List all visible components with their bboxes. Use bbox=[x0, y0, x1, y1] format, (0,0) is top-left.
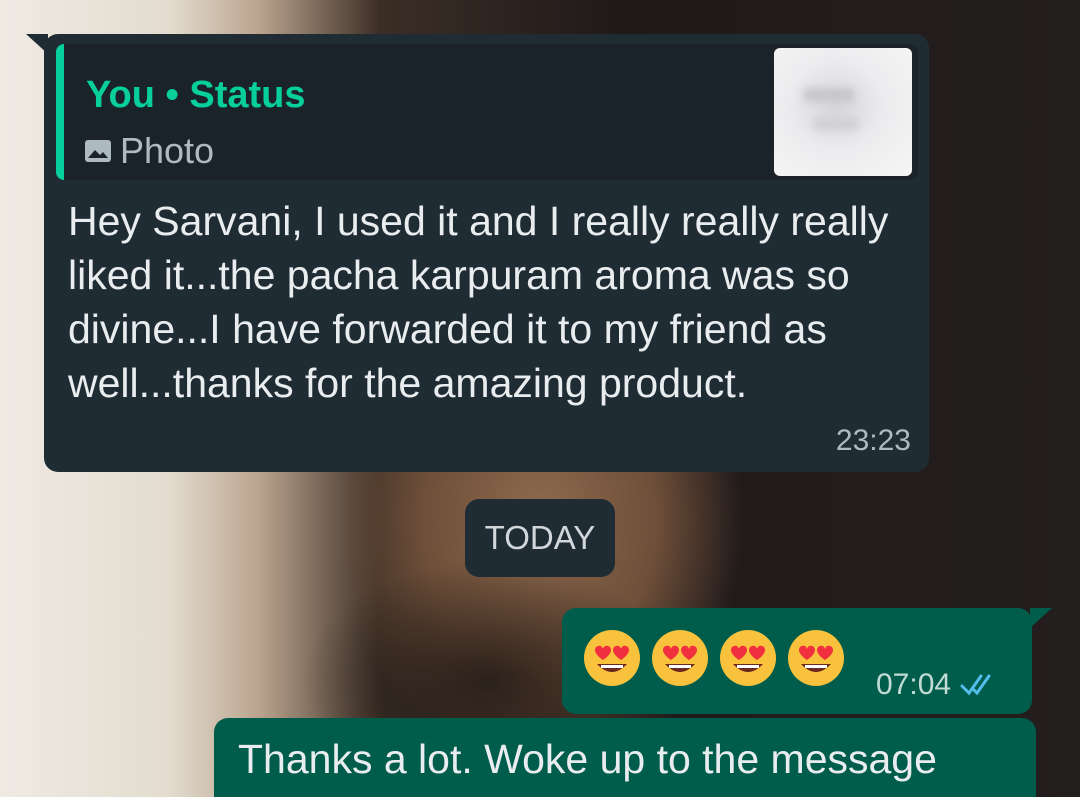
outgoing-message-meta: 07:04 bbox=[876, 668, 1001, 702]
heart-eyes-emoji-icon bbox=[652, 630, 708, 686]
quote-context: Status bbox=[189, 74, 306, 116]
quote-attachment-label: Photo bbox=[120, 130, 215, 171]
quote-title: You • Status bbox=[86, 74, 306, 117]
emoji-row bbox=[582, 628, 846, 688]
quoted-status-reply[interactable]: You • Status Photo bbox=[56, 44, 918, 180]
incoming-message-time: 23:23 bbox=[835, 424, 911, 457]
incoming-message-text: Hey Sarvani, I used it and I really real… bbox=[68, 198, 889, 406]
quote-author: You bbox=[86, 74, 155, 116]
outgoing-message-text: Thanks a lot. Woke up to the message bbox=[238, 736, 937, 782]
outgoing-message-bubble[interactable]: 07:04 bbox=[562, 608, 1052, 714]
outgoing-message-time: 07:04 bbox=[876, 668, 952, 701]
date-separator: TODAY bbox=[465, 499, 615, 577]
quote-attachment: Photo bbox=[84, 130, 214, 172]
status-thumbnail bbox=[774, 48, 912, 176]
incoming-message-bubble[interactable]: You • Status Photo Hey Sarvani, I used i… bbox=[26, 34, 929, 472]
heart-eyes-emoji-icon bbox=[788, 630, 844, 686]
quote-accent-bar bbox=[56, 44, 64, 180]
double-check-read-icon bbox=[960, 674, 991, 696]
heart-eyes-emoji-icon bbox=[720, 630, 776, 686]
heart-eyes-emoji-icon bbox=[584, 630, 640, 686]
quote-separator: • bbox=[165, 74, 179, 116]
outgoing-message-bubble-2[interactable]: Thanks a lot. Woke up to the message bbox=[214, 718, 1036, 797]
photo-icon bbox=[85, 140, 111, 162]
